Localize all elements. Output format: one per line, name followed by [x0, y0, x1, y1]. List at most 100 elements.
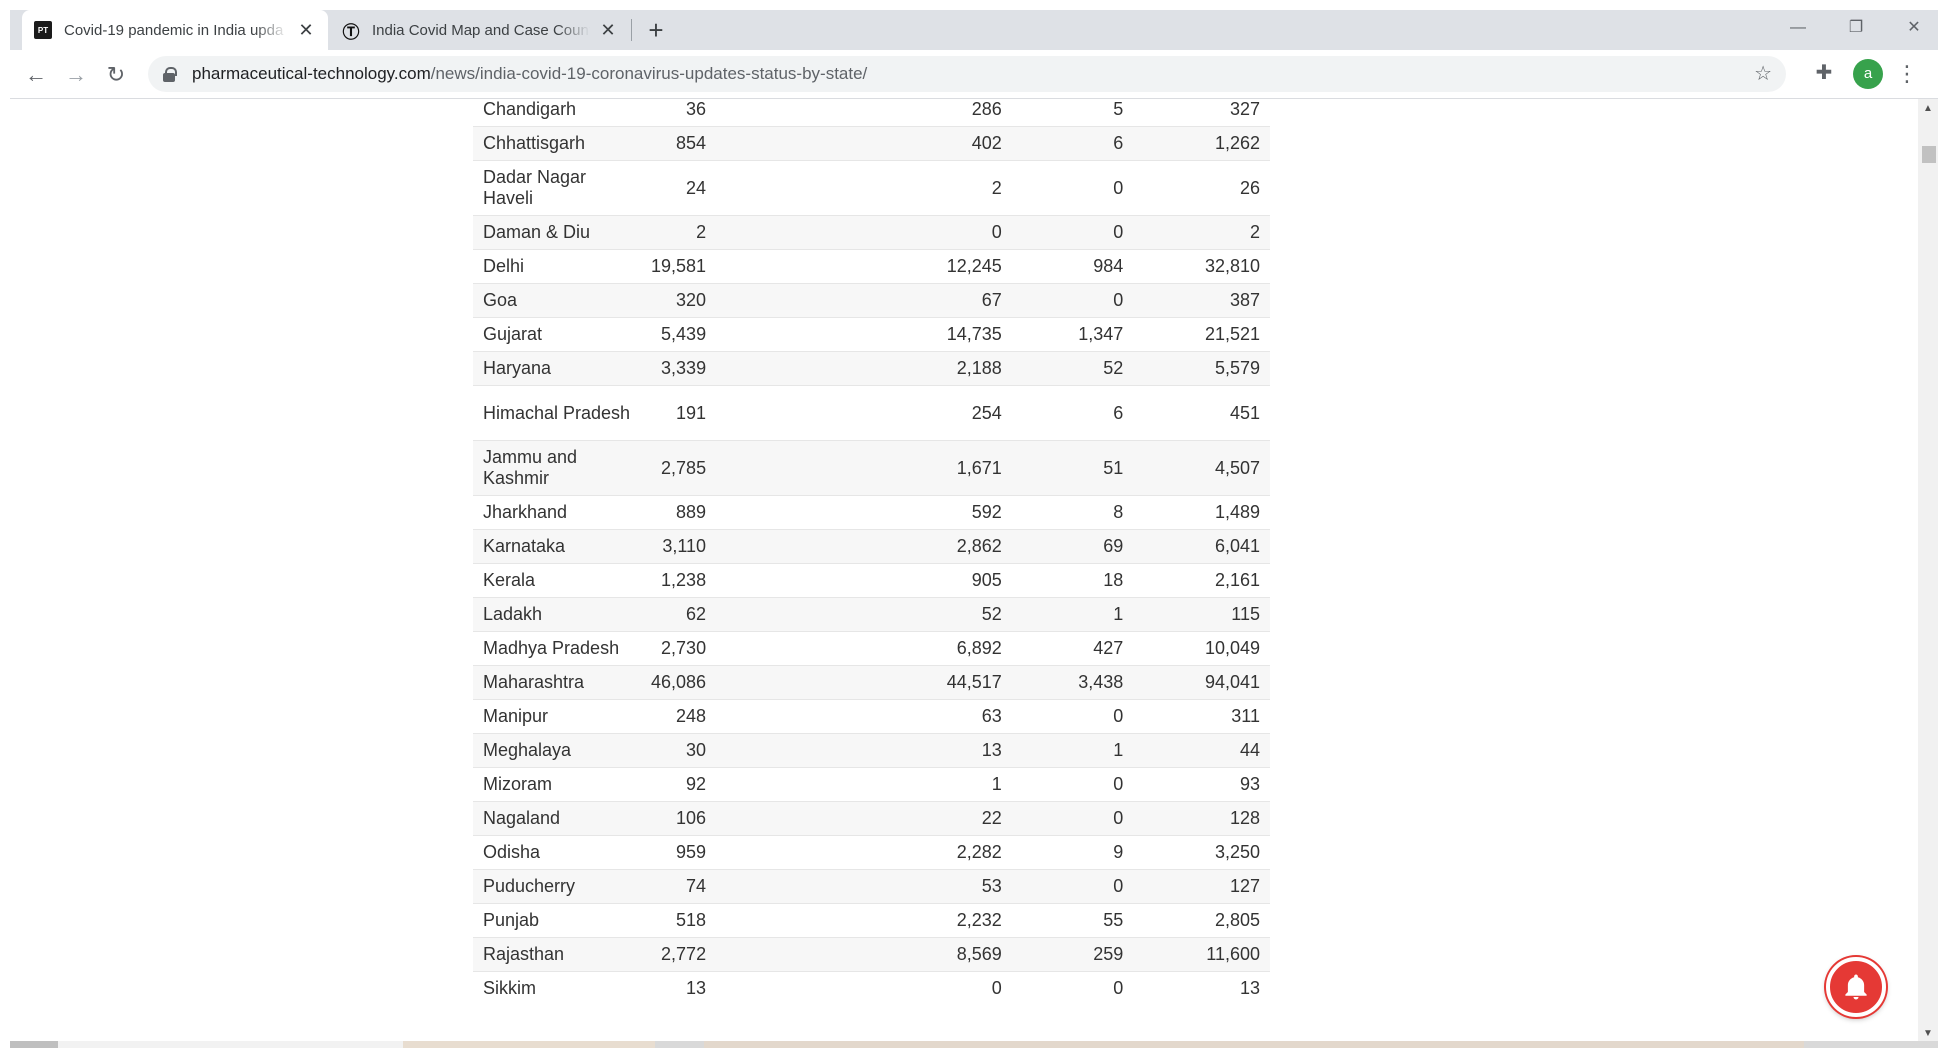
restore-icon[interactable]: ❐: [1833, 14, 1879, 42]
value-cell: 2,232: [716, 903, 1012, 938]
table-row: Himachal Pradesh 191 254 6 451: [473, 385, 1270, 441]
value-cell: 128: [1133, 801, 1270, 836]
value-cell: 94,041: [1133, 665, 1270, 700]
value-cell: 1: [716, 767, 1012, 802]
value-cell: 115: [1133, 597, 1270, 632]
value-cell: 2,772: [640, 937, 717, 972]
back-icon[interactable]: ←: [22, 61, 50, 89]
taskbar: [10, 1041, 1938, 1048]
value-cell: 254: [716, 385, 1012, 441]
value-cell: 451: [1133, 385, 1270, 441]
value-cell: 24: [640, 160, 717, 216]
table-row: Kerala 1,238 905 18 2,161: [473, 563, 1270, 598]
table-row: Chandigarh 36 286 5 327: [473, 99, 1270, 127]
value-cell: 2: [640, 215, 717, 250]
scroll-down-icon[interactable]: ▼: [1918, 1028, 1938, 1039]
table-row: Haryana 3,339 2,188 52 5,579: [473, 351, 1270, 386]
url-text[interactable]: pharmaceutical-technology.com/news/india…: [192, 64, 867, 84]
notification-bell-button[interactable]: [1826, 957, 1886, 1017]
value-cell: 2,805: [1133, 903, 1270, 938]
address-bar[interactable]: pharmaceutical-technology.com/news/india…: [148, 56, 1786, 92]
value-cell: 259: [1011, 937, 1134, 972]
value-cell: 1,238: [640, 563, 717, 598]
bell-icon: [1845, 974, 1867, 1000]
tab-close-icon[interactable]: ✕: [598, 20, 618, 41]
new-tab-icon[interactable]: +: [642, 16, 670, 44]
scrollbar-thumb[interactable]: [1922, 146, 1936, 163]
state-cell: Karnataka: [473, 529, 641, 564]
profile-avatar[interactable]: a: [1853, 59, 1883, 89]
state-cell: Chhattisgarh: [473, 126, 641, 161]
tab-separator: [631, 19, 632, 41]
tab-strip: PT Covid-19 pandemic in India upda ✕ Ⓣ I…: [10, 10, 1938, 50]
value-cell: 30: [640, 733, 717, 768]
table-row: Goa 320 67 0 387: [473, 283, 1270, 318]
value-cell: 427: [1011, 631, 1134, 666]
browser-chrome: PT Covid-19 pandemic in India upda ✕ Ⓣ I…: [10, 10, 1938, 99]
value-cell: 311: [1133, 699, 1270, 734]
value-cell: 52: [1011, 351, 1134, 386]
value-cell: 22: [716, 801, 1012, 836]
table-row: Meghalaya 30 13 1 44: [473, 733, 1270, 768]
table-row: Dadar Nagar Haveli 24 2 0 26: [473, 160, 1270, 216]
tab-active[interactable]: PT Covid-19 pandemic in India upda ✕: [22, 10, 328, 50]
state-cell: Jammu and Kashmir: [473, 440, 641, 496]
table-row: Ladakh 62 52 1 115: [473, 597, 1270, 632]
minimize-icon[interactable]: —: [1775, 14, 1821, 42]
reload-icon[interactable]: ↻: [102, 61, 130, 89]
value-cell: 1,262: [1133, 126, 1270, 161]
state-cell: Delhi: [473, 249, 641, 284]
value-cell: 0: [1011, 699, 1134, 734]
value-cell: 2,161: [1133, 563, 1270, 598]
table-row: Chhattisgarh 854 402 6 1,262: [473, 126, 1270, 161]
window-close-icon[interactable]: ✕: [1891, 14, 1937, 42]
value-cell: 0: [1011, 767, 1134, 802]
value-cell: 69: [1011, 529, 1134, 564]
value-cell: 63: [716, 699, 1012, 734]
table-row: Sikkim 13 0 0 13: [473, 971, 1270, 1006]
taskbar-segment: [58, 1041, 403, 1048]
value-cell: 8,569: [716, 937, 1012, 972]
value-cell: 2,282: [716, 835, 1012, 870]
value-cell: 387: [1133, 283, 1270, 318]
value-cell: 6,892: [716, 631, 1012, 666]
table-row: Puducherry 74 53 0 127: [473, 869, 1270, 904]
tab-inactive[interactable]: Ⓣ India Covid Map and Case Count ✕: [330, 10, 630, 50]
value-cell: 320: [640, 283, 717, 318]
value-cell: 14,735: [716, 317, 1012, 352]
value-cell: 1,671: [716, 440, 1012, 496]
window-edge: [0, 0, 8, 1048]
vertical-scrollbar[interactable]: ▲ ▼: [1918, 99, 1938, 1041]
value-cell: 889: [640, 495, 717, 530]
value-cell: 5,439: [640, 317, 717, 352]
forward-icon[interactable]: →: [62, 61, 90, 89]
value-cell: 92: [640, 767, 717, 802]
scroll-up-icon[interactable]: ▲: [1918, 103, 1938, 114]
value-cell: 67: [716, 283, 1012, 318]
tab-close-icon[interactable]: ✕: [296, 20, 316, 41]
extensions-puzzle-icon[interactable]: ✚: [1810, 60, 1838, 85]
kebab-menu-icon[interactable]: ⋮: [1895, 60, 1919, 88]
value-cell: 12,245: [716, 249, 1012, 284]
toolbar: ← → ↻ pharmaceutical-technology.com/news…: [10, 50, 1938, 99]
bookmark-star-icon[interactable]: ☆: [1754, 61, 1772, 86]
value-cell: 0: [1011, 283, 1134, 318]
value-cell: 3,339: [640, 351, 717, 386]
table-row: Punjab 518 2,232 55 2,805: [473, 903, 1270, 938]
state-cell: Himachal Pradesh: [473, 385, 641, 441]
state-cell: Meghalaya: [473, 733, 641, 768]
state-cell: Manipur: [473, 699, 641, 734]
state-cell: Punjab: [473, 903, 641, 938]
lock-icon[interactable]: [162, 66, 178, 82]
value-cell: 1: [1011, 597, 1134, 632]
state-cell: Daman & Diu: [473, 215, 641, 250]
covid-state-table: Chandigarh 36 286 5 327 Chhattisgarh 854 402 6 1,…: [473, 99, 1270, 1006]
value-cell: 13: [640, 971, 717, 1006]
tab-title: Covid-19 pandemic in India upda: [64, 21, 284, 39]
value-cell: 21,521: [1133, 317, 1270, 352]
value-cell: 191: [640, 385, 717, 441]
value-cell: 0: [1011, 215, 1134, 250]
value-cell: 10,049: [1133, 631, 1270, 666]
value-cell: 0: [1011, 971, 1134, 1006]
state-cell: Kerala: [473, 563, 641, 598]
